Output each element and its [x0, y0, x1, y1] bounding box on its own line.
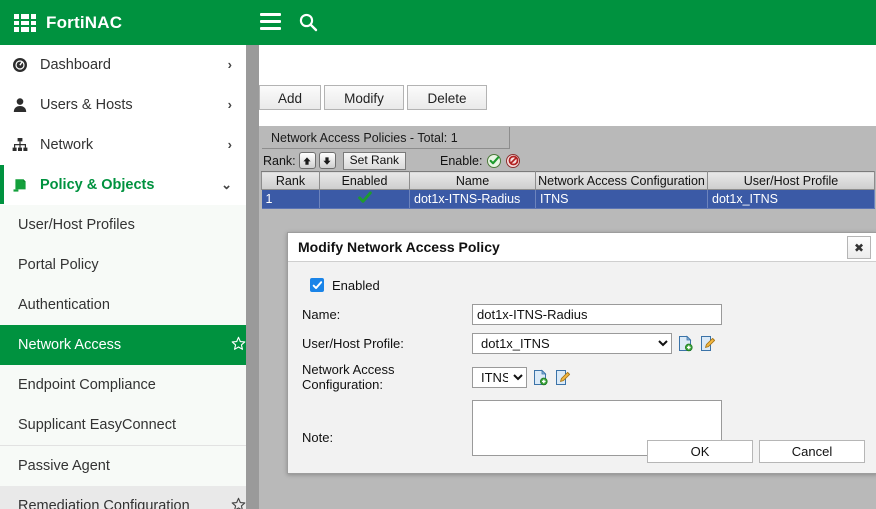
star-outline-icon[interactable] [231, 497, 246, 509]
dialog-footer: OK Cancel [288, 440, 876, 463]
rank-enable-toolbar: Rank: Set Rank Enable: [261, 150, 874, 171]
edit-pencil-icon[interactable] [554, 369, 571, 386]
cell-user-host-profile: dot1x_ITNS [707, 189, 875, 209]
active-group-indicator [0, 165, 4, 204]
policy-toolbar: Add Modify Delete [259, 85, 876, 119]
dialog-body: Enabled Name: User/Host Profile: dot1x_I… [288, 262, 876, 456]
sidebar-label-policy-and-objects: Policy & Objects [40, 176, 155, 193]
network-access-configuration-field-row: Network Access Configuration: ITNS [288, 362, 876, 392]
sidebar-label-passive-agent: Passive Agent [18, 458, 110, 474]
sidebar-item-portal-policy[interactable]: Portal Policy [0, 245, 246, 285]
cell-enabled [319, 189, 410, 209]
policy-objects-icon [12, 177, 34, 193]
set-rank-button[interactable]: Set Rank [342, 151, 407, 170]
delete-button[interactable]: Delete [407, 85, 487, 110]
column-header-user-host-profile[interactable]: User/Host Profile [707, 171, 875, 190]
sidebar-label-network-access: Network Access [18, 337, 122, 353]
sidebar-item-users-and-hosts[interactable]: Users & Hosts › [0, 85, 246, 125]
name-label: Name: [302, 307, 341, 322]
sidebar-label-portal-policy: Portal Policy [18, 257, 99, 273]
search-icon[interactable] [298, 12, 318, 32]
name-input[interactable] [472, 304, 722, 325]
sidebar-item-user-host-profiles[interactable]: User/Host Profiles [0, 205, 246, 245]
sidebar-item-dashboard[interactable]: Dashboard › [0, 45, 246, 85]
close-icon[interactable]: ✖ [847, 236, 871, 259]
new-document-icon[interactable] [532, 369, 549, 386]
table-row[interactable]: 1 dot1x-ITNS-Radius ITNS dot1x_ITNS [261, 189, 875, 209]
sidebar-label-dashboard: Dashboard [40, 56, 111, 73]
user-host-profile-select[interactable]: dot1x_ITNS [472, 333, 672, 354]
panel-title: Network Access Policies - Total: 1 [262, 127, 510, 149]
user-host-profile-field-row: User/Host Profile: dot1x_ITNS [288, 333, 876, 354]
sidebar-item-network-access[interactable]: Network Access [0, 325, 246, 365]
green-check-icon[interactable] [487, 153, 502, 168]
chevron-right-icon: › [227, 137, 232, 152]
sidebar-item-supplicant-easyconnect[interactable]: Supplicant EasyConnect [0, 405, 246, 445]
chevron-right-icon: › [227, 97, 232, 112]
star-outline-icon[interactable] [231, 336, 246, 355]
sidebar-label-authentication: Authentication [18, 297, 110, 313]
sidebar-label-remediation-configuration: Remediation Configuration [18, 498, 190, 509]
network-access-configuration-select[interactable]: ITNS [472, 366, 527, 388]
network-access-configuration-label: Network Access Configuration: [302, 362, 395, 392]
sidebar-label-endpoint-compliance: Endpoint Compliance [18, 377, 156, 393]
chevron-right-icon: › [227, 57, 232, 72]
add-button[interactable]: Add [259, 85, 321, 110]
green-check-icon [357, 191, 372, 207]
table-header-row: Rank Enabled Name Network Access Configu… [261, 171, 875, 190]
red-deny-icon[interactable] [506, 153, 521, 168]
policies-table: Rank Enabled Name Network Access Configu… [261, 171, 875, 209]
rank-label: Rank: [263, 153, 296, 168]
column-header-name[interactable]: Name [409, 171, 536, 190]
sidebar-item-network[interactable]: Network › [0, 125, 246, 165]
ok-button[interactable]: OK [647, 440, 753, 463]
user-icon [12, 97, 34, 113]
enable-label: Enable: [440, 153, 483, 168]
arrow-up-icon[interactable] [298, 152, 316, 169]
sidebar-navigation: Dashboard › Users & Hosts › Network › Po… [0, 45, 247, 509]
column-header-enabled[interactable]: Enabled [319, 171, 410, 190]
sidebar-label-users-and-hosts: Users & Hosts [40, 96, 133, 113]
network-tree-icon [12, 137, 34, 153]
cell-network-access-configuration: ITNS [535, 189, 708, 209]
arrow-down-icon[interactable] [318, 152, 336, 169]
sidebar-label-network: Network [40, 136, 94, 153]
dialog-title: Modify Network Access Policy [298, 239, 500, 255]
new-document-icon[interactable] [677, 335, 694, 352]
fortinac-app-window: FortiNAC Dashboard › Users & Hosts › Net… [0, 0, 876, 509]
column-header-network-access-configuration[interactable]: Network Access Configuration [535, 171, 708, 190]
sidebar-item-passive-agent[interactable]: Passive Agent [0, 446, 246, 486]
sidebar-item-endpoint-compliance[interactable]: Endpoint Compliance [0, 365, 246, 405]
user-host-profile-label: User/Host Profile: [302, 336, 404, 351]
chevron-down-icon: ⌄ [221, 176, 232, 192]
edit-pencil-icon[interactable] [699, 335, 716, 352]
dashboard-gauge-icon [12, 57, 34, 73]
column-header-rank[interactable]: Rank [261, 171, 320, 190]
cell-rank: 1 [261, 189, 320, 209]
enabled-checkbox[interactable] [310, 278, 324, 292]
name-field-row: Name: [288, 304, 876, 325]
sidebar-label-user-host-profiles: User/Host Profiles [18, 217, 135, 233]
hamburger-menu-icon[interactable] [260, 13, 281, 30]
modify-network-access-policy-dialog: Modify Network Access Policy ✖ Enabled N… [287, 232, 876, 474]
content-gutter [246, 45, 259, 509]
enabled-checkbox-row: Enabled [288, 274, 876, 296]
enabled-checkbox-label: Enabled [332, 277, 380, 293]
sidebar-item-policy-and-objects[interactable]: Policy & Objects ⌄ [0, 165, 246, 205]
top-header-bar: FortiNAC [0, 0, 876, 45]
modify-button[interactable]: Modify [324, 85, 404, 110]
sidebar-item-authentication[interactable]: Authentication [0, 285, 246, 325]
grid-logo-icon [14, 13, 36, 32]
cell-name: dot1x-ITNS-Radius [409, 189, 536, 209]
dialog-title-bar: Modify Network Access Policy ✖ [288, 233, 876, 262]
cancel-button[interactable]: Cancel [759, 440, 865, 463]
sidebar-item-remediation-configuration[interactable]: Remediation Configuration [0, 486, 246, 509]
sidebar-label-supplicant-easyconnect: Supplicant EasyConnect [18, 417, 176, 433]
brand-title: FortiNAC [46, 12, 123, 32]
